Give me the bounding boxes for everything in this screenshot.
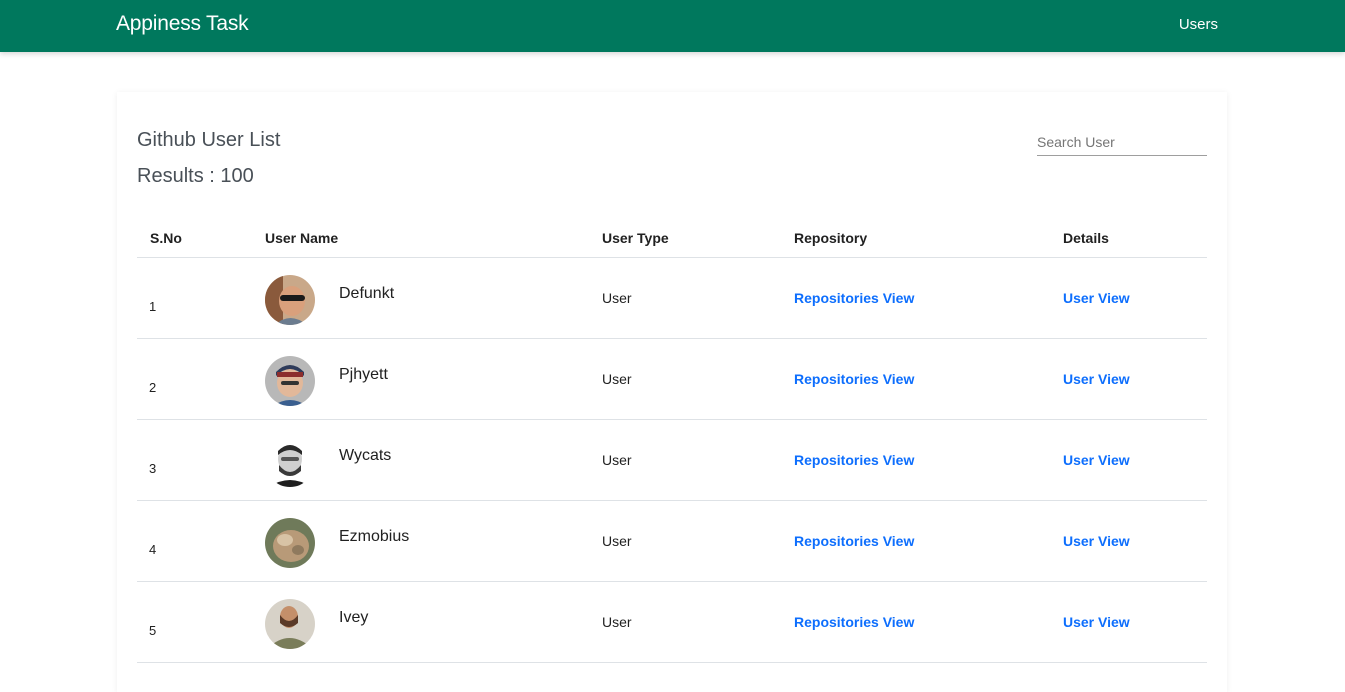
row-sno: 3 [137, 419, 265, 501]
avatar [265, 274, 315, 325]
row-sno: 4 [137, 500, 265, 582]
table-row: 1 Defunkt User Repositories View User Vi… [137, 257, 1207, 339]
user-view-link[interactable]: User View [1063, 290, 1130, 306]
repositories-view-link[interactable]: Repositories View [794, 533, 914, 549]
row-usertype: User [602, 500, 794, 582]
row-usertype: User [602, 581, 794, 663]
row-user-cell: Pjhyett [265, 338, 602, 420]
table-header-row: S.No User Name User Type Repository Deta… [137, 219, 1207, 258]
user-view-link[interactable]: User View [1063, 614, 1130, 630]
row-usertype: User [602, 338, 794, 420]
username: Pjhyett [339, 366, 388, 383]
users-table: S.No User Name User Type Repository Deta… [137, 219, 1207, 663]
header-username: User Name [265, 219, 602, 258]
navbar: Appiness Task Users [0, 0, 1345, 52]
row-usertype: User [602, 257, 794, 339]
row-sno: 2 [137, 338, 265, 420]
search-input[interactable] [1037, 130, 1207, 154]
row-sno: 1 [137, 257, 265, 339]
table-row: 3 Wycats User Repositories View User Vie… [137, 419, 1207, 501]
row-user-cell: Ezmobius [265, 500, 602, 582]
page-title: Github User List [137, 129, 281, 151]
header-sno: S.No [137, 219, 265, 258]
header-usertype: User Type [602, 219, 794, 258]
table-row: 4 Ezmobius User Repositories View User V… [137, 500, 1207, 582]
header-details: Details [1063, 219, 1207, 258]
username: Ezmobius [339, 528, 410, 545]
username: Ivey [339, 609, 369, 626]
repositories-view-link[interactable]: Repositories View [794, 452, 914, 468]
avatar [265, 517, 315, 568]
search-field [1037, 130, 1207, 156]
row-usertype: User [602, 419, 794, 501]
results-count: Results : 100 [137, 165, 254, 187]
repositories-view-link[interactable]: Repositories View [794, 371, 914, 387]
username: Wycats [339, 447, 392, 464]
user-view-link[interactable]: User View [1063, 452, 1130, 468]
avatar [265, 598, 315, 649]
row-user-cell: Defunkt [265, 257, 602, 339]
row-user-cell: Wycats [265, 419, 602, 501]
brand-logo[interactable]: Appiness Task [116, 12, 249, 36]
avatar [265, 436, 315, 487]
username: Defunkt [339, 285, 395, 302]
row-user-cell: Ivey [265, 581, 602, 663]
header-repository: Repository [794, 219, 1063, 258]
repositories-view-link[interactable]: Repositories View [794, 290, 914, 306]
user-list-card: Github User List Results : 100 S.No User… [117, 92, 1227, 692]
row-sno: 5 [137, 581, 265, 663]
repositories-view-link[interactable]: Repositories View [794, 614, 914, 630]
user-view-link[interactable]: User View [1063, 533, 1130, 549]
table-row: 2 Pjhyett User Repositories View User Vi… [137, 338, 1207, 420]
avatar [265, 355, 315, 406]
nav-link-users[interactable]: Users [1179, 16, 1218, 33]
user-view-link[interactable]: User View [1063, 371, 1130, 387]
table-row: 5 Ivey User Repositories View User View [137, 581, 1207, 663]
